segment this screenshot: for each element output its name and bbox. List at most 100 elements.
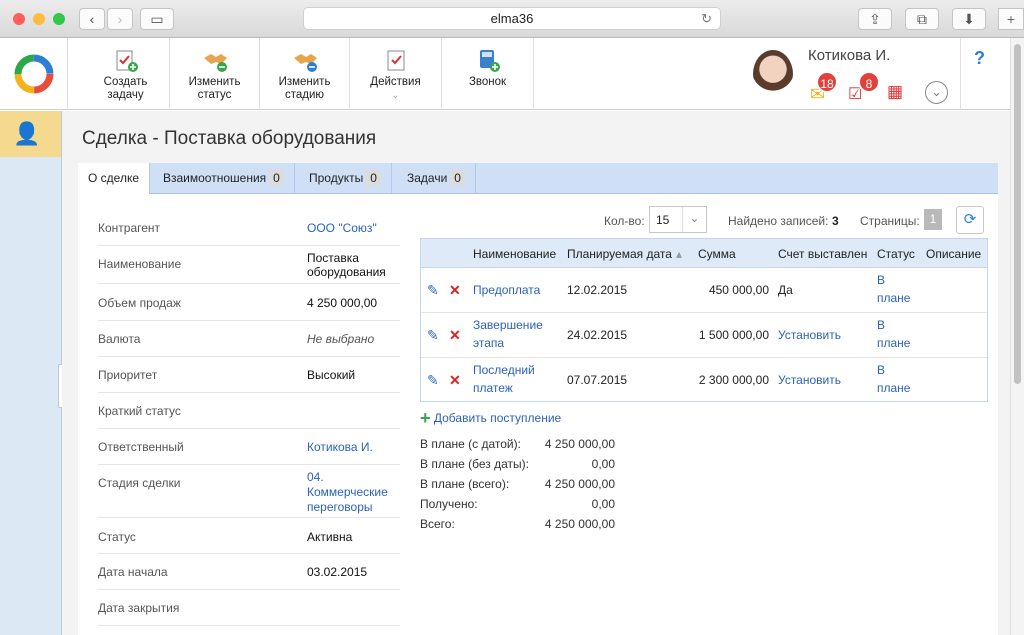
page-number[interactable]: 1 (924, 209, 942, 230)
page-scrollbar[interactable] (1010, 38, 1024, 635)
payment-date: 24.02.2015 (567, 328, 628, 342)
total-label: В плане (с датой): (420, 437, 521, 451)
payment-status-link[interactable]: В плане (877, 271, 917, 307)
payment-name-link[interactable]: Предоплата (473, 281, 540, 299)
chevron-down-icon: ⌄ (682, 207, 706, 232)
handshake-icon (203, 48, 227, 72)
user-menu-chevron-icon[interactable]: ⌄ (925, 81, 948, 104)
back-icon[interactable]: ‹ (79, 8, 105, 30)
table-row: ✎ ✕ Предоплата 12.02.2015 450 000,00 Да … (421, 268, 987, 313)
totals-row: Получено: 0,00 (420, 497, 615, 511)
field-value-stage[interactable]: 04. Коммерческие переговоры (307, 470, 402, 515)
field-label: Дата начала (98, 565, 168, 579)
field-label: Наименование (98, 257, 182, 271)
payment-invoice: Да (778, 283, 793, 297)
column-header[interactable]: Счет выставлен (778, 247, 867, 261)
new-tab-icon[interactable]: + (998, 8, 1024, 30)
field-value-counterparty[interactable]: ООО "Союз" (307, 221, 402, 235)
total-value: 4 250 000,00 (544, 437, 615, 451)
main-content: Сделка - Поставка оборудования О сделке … (62, 111, 1010, 635)
delete-icon[interactable]: ✕ (449, 326, 461, 344)
total-label: В плане (без даты): (420, 457, 529, 471)
field-row: Стадия сделки 04. Коммерческие переговоры (98, 465, 400, 518)
field-label: Дата закрытия (98, 601, 180, 615)
page-size-select[interactable]: 15 ⌄ (649, 206, 707, 233)
payment-sum: 450 000,00 (708, 283, 769, 297)
tab-tasks[interactable]: Задачи 0 (397, 163, 476, 194)
create-task-button[interactable]: Создать задачу (82, 38, 170, 110)
field-row: Наименование Поставка оборудования (98, 246, 400, 284)
column-header[interactable]: Наименование (473, 247, 556, 261)
logo-icon (14, 54, 54, 94)
share-icon[interactable]: ⇪ (858, 8, 892, 30)
field-row: Дата закрытия (98, 590, 400, 626)
column-header-sorted[interactable]: Планируемая дата (567, 247, 672, 261)
set-invoice-link[interactable]: Установить (778, 326, 841, 344)
help-icon[interactable]: ? (960, 38, 998, 110)
tab-products[interactable]: Продукты 0 (299, 163, 392, 194)
field-label: Приоритет (98, 368, 158, 382)
add-payment-label: Добавить поступление (433, 411, 562, 425)
field-value-responsible[interactable]: Котикова И. (307, 440, 402, 454)
payment-date: 12.02.2015 (567, 283, 628, 297)
edit-icon[interactable]: ✎ (427, 371, 439, 389)
call-button[interactable]: Звонок (442, 38, 534, 110)
add-payment-button[interactable]: + Добавить поступление (420, 408, 561, 429)
table-row: ✎ ✕ Последний платеж 07.07.2015 2 300 00… (421, 358, 987, 403)
tab-tasks-count: 0 (450, 170, 465, 186)
field-value: 4 250 000,00 (307, 296, 378, 310)
column-header[interactable]: Статус (877, 247, 915, 261)
clipboard-add-icon (114, 48, 138, 72)
sidebar-item-user[interactable]: 👤 (0, 111, 61, 157)
field-label: Статус (98, 530, 136, 544)
user-icon: 👤 (13, 121, 41, 146)
payment-status-link[interactable]: В плане (877, 361, 917, 397)
set-invoice-link[interactable]: Установить (778, 371, 841, 389)
sidebar-toggle-icon[interactable]: ▭ (140, 8, 174, 30)
user-name[interactable]: Котикова И. (808, 47, 890, 64)
avatar[interactable] (753, 50, 793, 98)
field-value: Поставка оборудования (307, 251, 386, 279)
payment-name-link[interactable]: Последний платеж (473, 361, 553, 397)
calendar-icon[interactable]: ▦ (887, 82, 903, 102)
field-label: Стадия сделки (98, 476, 181, 490)
tab-relations[interactable]: Взаимоотношения 0 (153, 163, 295, 194)
tab-about[interactable]: О сделке (78, 163, 151, 195)
delete-icon[interactable]: ✕ (449, 371, 461, 389)
column-header[interactable]: Сумма (698, 247, 736, 261)
scrollbar-thumb[interactable] (1014, 44, 1021, 384)
downloads-icon[interactable]: ⬇ (952, 8, 986, 30)
payment-status-link[interactable]: В плане (877, 316, 917, 352)
tasks-badge: 8 (858, 71, 880, 93)
clipboard-check-icon (384, 48, 408, 72)
total-label: В плане (всего): (420, 477, 510, 491)
close-window-button[interactable] (13, 13, 25, 25)
page-title: Сделка - Поставка оборудования (82, 128, 377, 149)
field-value: Активна (307, 530, 353, 544)
elma-logo[interactable] (0, 38, 68, 110)
change-status-button[interactable]: Изменить статус (170, 38, 260, 110)
change-stage-button[interactable]: Изменить стадию (260, 38, 350, 110)
totals-row: В плане (всего): 4 250 000,00 (420, 477, 615, 491)
minimize-window-button[interactable] (33, 13, 45, 25)
tabs-overview-icon[interactable]: ⧉ (905, 8, 939, 30)
edit-icon[interactable]: ✎ (427, 326, 439, 344)
app-toolbar: Создать задачу Изменить статус Изменить … (0, 38, 1024, 110)
total-value: 0,00 (591, 457, 615, 471)
actions-button[interactable]: Действия ⌄ (350, 38, 442, 110)
column-header[interactable]: Описание (926, 247, 981, 261)
payment-name-link[interactable]: Завершение этапа (473, 316, 553, 352)
edit-icon[interactable]: ✎ (427, 281, 439, 299)
refresh-icon[interactable]: ⟳ (956, 206, 984, 234)
reload-icon[interactable]: ↻ (701, 8, 712, 30)
forward-icon[interactable]: › (107, 8, 133, 30)
tab-relations-count: 0 (269, 170, 284, 186)
zoom-window-button[interactable] (53, 13, 65, 25)
address-bar[interactable]: elma36 ↻ (303, 7, 721, 30)
browser-chrome: ‹ › ▭ elma36 ↻ ⇪ ⧉ ⬇ + (0, 0, 1024, 38)
total-label: Всего: (420, 517, 455, 531)
totals-row: Всего: 4 250 000,00 (420, 517, 615, 531)
delete-icon[interactable]: ✕ (449, 281, 461, 299)
payments-table: Наименование Планируемая дата ▴ Сумма Сч… (420, 238, 988, 402)
url-text: elma36 (490, 11, 534, 26)
